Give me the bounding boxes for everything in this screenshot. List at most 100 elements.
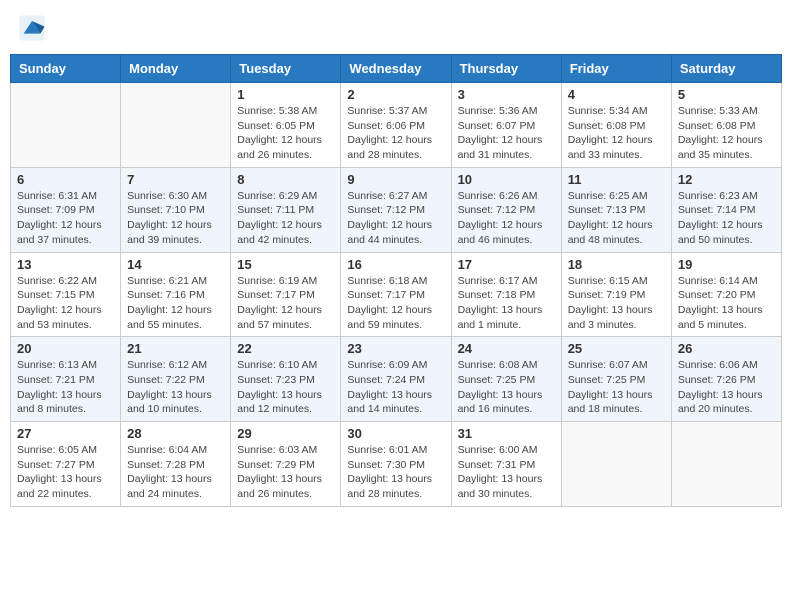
day-number: 4 (568, 87, 665, 102)
calendar-cell: 24Sunrise: 6:08 AM Sunset: 7:25 PM Dayli… (451, 337, 561, 422)
day-number: 5 (678, 87, 775, 102)
day-number: 6 (17, 172, 114, 187)
calendar-week-4: 20 Sunrise: 6:13 AM Sunset: 7:21 PM Dayli… (11, 337, 782, 422)
day-number: 9 (347, 172, 444, 187)
calendar-cell: 18 Sunrise: 6:15 AM Sunset: 7:19 PM Dayli… (561, 252, 671, 337)
day-number: 21 (127, 341, 224, 356)
day-header-wednesday: Wednesday (341, 55, 451, 83)
day-number: 23 (347, 341, 444, 356)
day-number: 31 (458, 426, 555, 441)
day-number: 29 (237, 426, 334, 441)
day-number: 27 (17, 426, 114, 441)
calendar-cell: 11Sunrise: 6:25 AM Sunset: 7:13 PM Dayli… (561, 167, 671, 252)
calendar-cell: 7 Sunrise: 6:30 AM Sunset: 7:10 PM Daylig… (121, 167, 231, 252)
calendar: SundayMondayTuesdayWednesdayThursdayFrid… (10, 54, 782, 507)
day-info: Sunrise: 6:01 AM Sunset: 7:30 PM Dayligh… (347, 443, 444, 502)
day-number: 30 (347, 426, 444, 441)
calendar-cell: 9 Sunrise: 6:27 AM Sunset: 7:12 PM Daylig… (341, 167, 451, 252)
day-info: Sunrise: 6:30 AM Sunset: 7:10 PM Dayligh… (127, 189, 224, 248)
day-number: 18 (568, 257, 665, 272)
calendar-cell: 14 Sunrise: 6:21 AM Sunset: 7:16 PM Dayli… (121, 252, 231, 337)
day-info: Sunrise: 6:19 AM Sunset: 7:17 PM Dayligh… (237, 274, 334, 333)
day-number: 3 (458, 87, 555, 102)
calendar-cell: 19 Sunrise: 6:14 AM Sunset: 7:20 PM Dayli… (671, 252, 781, 337)
day-info: Sunrise: 6:09 AM Sunset: 7:24 PM Dayligh… (347, 358, 444, 417)
calendar-cell: 2 Sunrise: 5:37 AM Sunset: 6:06 PM Daylig… (341, 83, 451, 168)
calendar-cell: 10 Sunrise: 6:26 AM Sunset: 7:12 PM Dayli… (451, 167, 561, 252)
day-number: 19 (678, 257, 775, 272)
day-info: Sunrise: 6:14 AM Sunset: 7:20 PM Dayligh… (678, 274, 775, 333)
calendar-week-3: 13 Sunrise: 6:22 AM Sunset: 7:15 PM Dayli… (11, 252, 782, 337)
day-number: 25 (568, 341, 665, 356)
day-info: Sunrise: 6:29 AM Sunset: 7:11 PM Dayligh… (237, 189, 334, 248)
day-number: 8 (237, 172, 334, 187)
calendar-cell: 5 Sunrise: 5:33 AM Sunset: 6:08 PM Daylig… (671, 83, 781, 168)
calendar-cell: 3Sunrise: 5:36 AM Sunset: 6:07 PM Daylig… (451, 83, 561, 168)
calendar-cell (671, 422, 781, 507)
day-header-tuesday: Tuesday (231, 55, 341, 83)
day-header-saturday: Saturday (671, 55, 781, 83)
day-info: Sunrise: 6:12 AM Sunset: 7:22 PM Dayligh… (127, 358, 224, 417)
day-number: 28 (127, 426, 224, 441)
day-number: 10 (458, 172, 555, 187)
day-info: Sunrise: 6:08 AM Sunset: 7:25 PM Dayligh… (458, 358, 555, 417)
calendar-cell: 22Sunrise: 6:10 AM Sunset: 7:23 PM Dayli… (231, 337, 341, 422)
calendar-cell (11, 83, 121, 168)
day-info: Sunrise: 6:31 AM Sunset: 7:09 PM Dayligh… (17, 189, 114, 248)
day-number: 16 (347, 257, 444, 272)
day-info: Sunrise: 5:37 AM Sunset: 6:06 PM Dayligh… (347, 104, 444, 163)
day-number: 20 (17, 341, 114, 356)
calendar-cell: 15 Sunrise: 6:19 AM Sunset: 7:17 PM Dayli… (231, 252, 341, 337)
calendar-cell: 12Sunrise: 6:23 AM Sunset: 7:14 PM Dayli… (671, 167, 781, 252)
day-header-friday: Friday (561, 55, 671, 83)
day-info: Sunrise: 6:04 AM Sunset: 7:28 PM Dayligh… (127, 443, 224, 502)
calendar-cell: 23 Sunrise: 6:09 AM Sunset: 7:24 PM Dayli… (341, 337, 451, 422)
day-info: Sunrise: 5:38 AM Sunset: 6:05 PM Dayligh… (237, 104, 334, 163)
day-number: 2 (347, 87, 444, 102)
calendar-week-1: 1Sunrise: 5:38 AM Sunset: 6:05 PM Daylig… (11, 83, 782, 168)
day-info: Sunrise: 6:22 AM Sunset: 7:15 PM Dayligh… (17, 274, 114, 333)
day-info: Sunrise: 6:17 AM Sunset: 7:18 PM Dayligh… (458, 274, 555, 333)
day-info: Sunrise: 6:03 AM Sunset: 7:29 PM Dayligh… (237, 443, 334, 502)
day-info: Sunrise: 6:13 AM Sunset: 7:21 PM Dayligh… (17, 358, 114, 417)
calendar-cell: 6 Sunrise: 6:31 AM Sunset: 7:09 PM Daylig… (11, 167, 121, 252)
calendar-cell: 27 Sunrise: 6:05 AM Sunset: 7:27 PM Dayli… (11, 422, 121, 507)
day-info: Sunrise: 6:15 AM Sunset: 7:19 PM Dayligh… (568, 274, 665, 333)
day-info: Sunrise: 6:05 AM Sunset: 7:27 PM Dayligh… (17, 443, 114, 502)
calendar-cell: 16 Sunrise: 6:18 AM Sunset: 7:17 PM Dayli… (341, 252, 451, 337)
day-info: Sunrise: 5:34 AM Sunset: 6:08 PM Dayligh… (568, 104, 665, 163)
calendar-cell: 31 Sunrise: 6:00 AM Sunset: 7:31 PM Dayli… (451, 422, 561, 507)
day-number: 11 (568, 172, 665, 187)
day-number: 13 (17, 257, 114, 272)
header (10, 10, 782, 46)
day-info: Sunrise: 6:21 AM Sunset: 7:16 PM Dayligh… (127, 274, 224, 333)
logo (18, 14, 50, 42)
calendar-cell: 1Sunrise: 5:38 AM Sunset: 6:05 PM Daylig… (231, 83, 341, 168)
calendar-cell: 30 Sunrise: 6:01 AM Sunset: 7:30 PM Dayli… (341, 422, 451, 507)
calendar-cell: 26 Sunrise: 6:06 AM Sunset: 7:26 PM Dayli… (671, 337, 781, 422)
day-number: 15 (237, 257, 334, 272)
day-number: 14 (127, 257, 224, 272)
day-info: Sunrise: 6:00 AM Sunset: 7:31 PM Dayligh… (458, 443, 555, 502)
day-info: Sunrise: 6:06 AM Sunset: 7:26 PM Dayligh… (678, 358, 775, 417)
day-number: 26 (678, 341, 775, 356)
day-number: 22 (237, 341, 334, 356)
day-info: Sunrise: 6:26 AM Sunset: 7:12 PM Dayligh… (458, 189, 555, 248)
calendar-cell: 4 Sunrise: 5:34 AM Sunset: 6:08 PM Daylig… (561, 83, 671, 168)
calendar-cell: 21 Sunrise: 6:12 AM Sunset: 7:22 PM Dayli… (121, 337, 231, 422)
calendar-cell: 8 Sunrise: 6:29 AM Sunset: 7:11 PM Daylig… (231, 167, 341, 252)
calendar-cell: 29 Sunrise: 6:03 AM Sunset: 7:29 PM Dayli… (231, 422, 341, 507)
logo-icon (18, 14, 46, 42)
calendar-cell (561, 422, 671, 507)
day-number: 7 (127, 172, 224, 187)
day-info: Sunrise: 5:33 AM Sunset: 6:08 PM Dayligh… (678, 104, 775, 163)
day-info: Sunrise: 6:18 AM Sunset: 7:17 PM Dayligh… (347, 274, 444, 333)
calendar-cell: 17Sunrise: 6:17 AM Sunset: 7:18 PM Dayli… (451, 252, 561, 337)
calendar-cell (121, 83, 231, 168)
day-info: Sunrise: 6:07 AM Sunset: 7:25 PM Dayligh… (568, 358, 665, 417)
day-info: Sunrise: 6:27 AM Sunset: 7:12 PM Dayligh… (347, 189, 444, 248)
calendar-cell: 25 Sunrise: 6:07 AM Sunset: 7:25 PM Dayli… (561, 337, 671, 422)
day-header-thursday: Thursday (451, 55, 561, 83)
day-info: Sunrise: 6:23 AM Sunset: 7:14 PM Dayligh… (678, 189, 775, 248)
day-header-sunday: Sunday (11, 55, 121, 83)
